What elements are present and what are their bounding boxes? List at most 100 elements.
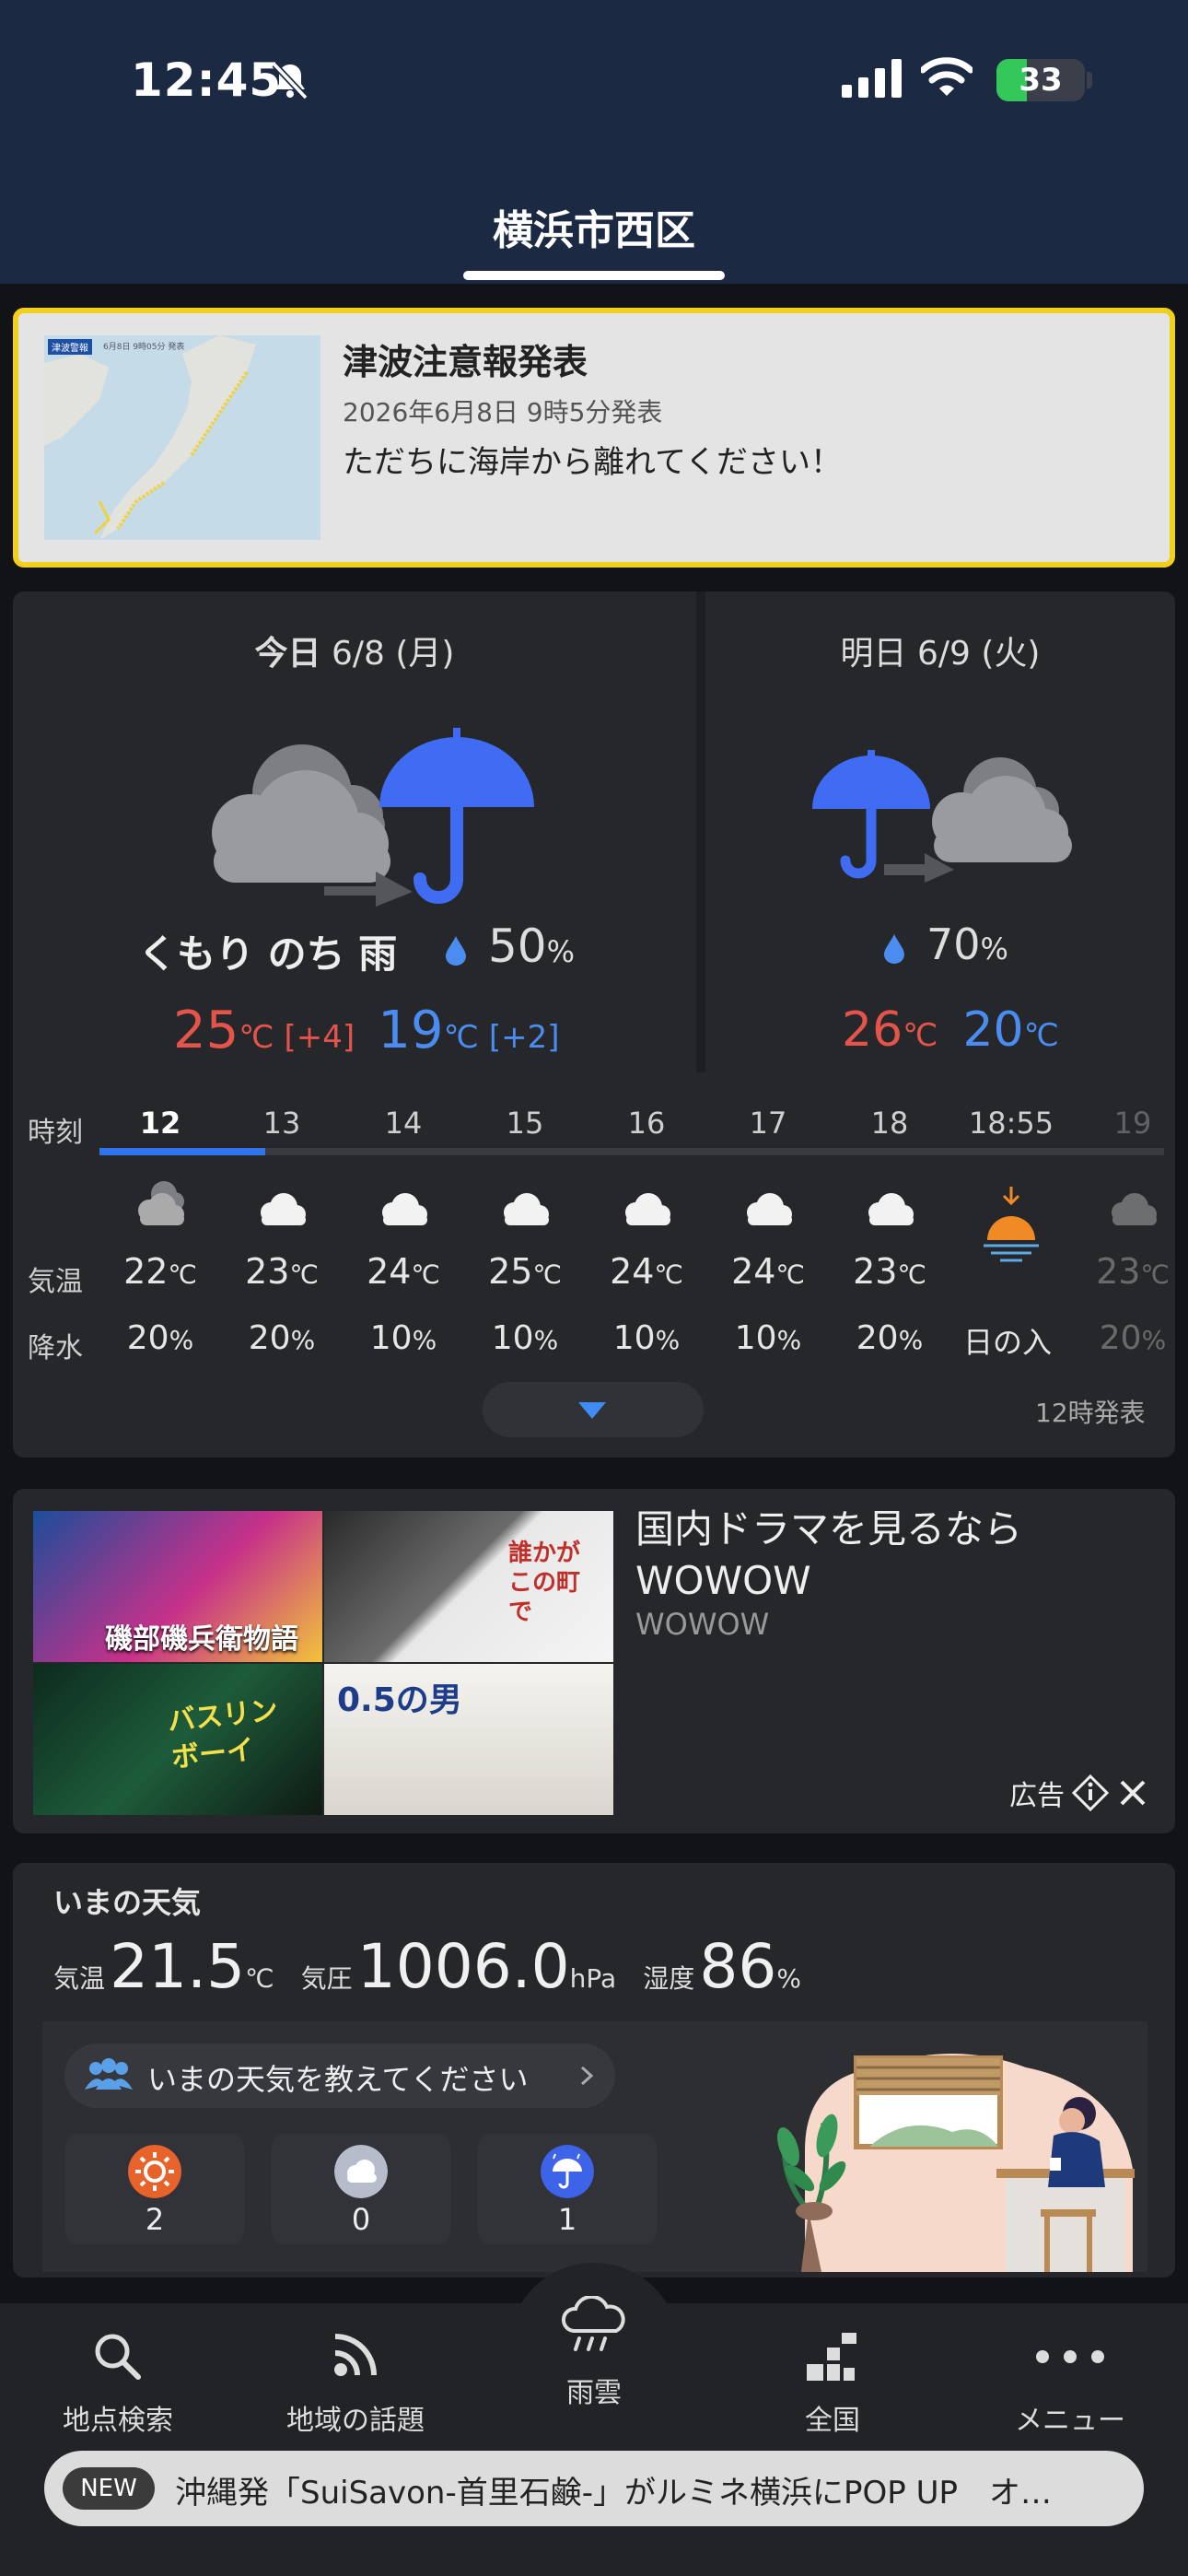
hour-temp: 24℃ [731, 1251, 805, 1292]
hour-rain: 10% [734, 1319, 802, 1357]
hour-rain: 10% [491, 1319, 559, 1357]
current-temp: 21.5 [110, 1931, 246, 2002]
hour-temp: 23℃ [245, 1251, 319, 1292]
rain-cloud-icon [562, 2296, 625, 2351]
ad-poster: バスリンボーイ [33, 1664, 322, 1815]
vote-rainy[interactable]: 1 [477, 2134, 658, 2244]
signal-icon [842, 59, 902, 98]
vote-sunny[interactable]: 2 [64, 2134, 245, 2244]
cloud-icon [1112, 1193, 1157, 1225]
alert-date: 2026年6月8日 9時5分発表 [343, 397, 663, 427]
hour-rain: 20% [248, 1319, 316, 1357]
nav-menu[interactable]: メニュー [978, 2331, 1162, 2437]
tomorrow-date: 6/9 (火) [916, 635, 1041, 673]
sunset-icon [984, 1187, 1039, 1262]
hour-rain: 10% [612, 1319, 681, 1357]
tomorrow-high: 26 [842, 1002, 903, 1058]
hour-temp: 25℃ [488, 1251, 562, 1292]
sunset-label: 日の入 [962, 1325, 1052, 1360]
today-date: 6/8 (月) [331, 635, 455, 673]
hourly-active-indicator [99, 1148, 265, 1155]
today-weather-icon [212, 728, 534, 907]
rain-row-label: 降水 [28, 1332, 83, 1364]
current-weather-values: 気温 21.5℃ 気圧 1006.0hPa 湿度 86% [53, 1931, 801, 2002]
today-condition: くもり のち 雨 [138, 931, 398, 977]
tomorrow-low: 20 [962, 1002, 1024, 1058]
hour-time: 15 [506, 1106, 544, 1141]
cloud-icon [932, 757, 1072, 862]
nav-nationwide[interactable]: 全国 [740, 2331, 925, 2437]
hour-temp: 24℃ [367, 1251, 440, 1292]
hour-time: 17 [749, 1106, 787, 1141]
sun-icon [128, 2145, 181, 2198]
report-weather-label: いまの天気を教えてください [147, 2062, 529, 2097]
cloud-icon [625, 1193, 670, 1225]
hour-temp: 23℃ [1096, 1251, 1170, 1292]
tomorrow-weather-icon [812, 750, 1072, 883]
ad-title[interactable]: 国内ドラマを見るなら WOWOW [635, 1504, 1114, 1607]
ad-poster: 0.5の男 [324, 1664, 613, 1815]
today-temps: 25℃ [+4] 19℃ [+2] [173, 1001, 560, 1060]
temp-row-label: 気温 [28, 1266, 83, 1298]
ad-label: 広告 [1009, 1780, 1065, 1812]
hour-time: 19 [1113, 1106, 1152, 1141]
today-precip: 50% [488, 919, 576, 973]
ad-advertiser: WOWOW [635, 1607, 770, 1642]
ticker-text: 沖縄発「SuiSavon-首里石鹸-」がルミネ横浜にPOP UP オ… [175, 2475, 1052, 2512]
tsunami-alert-banner[interactable]: 津波警報 6月8日 9時05分 発表 津波注意報発表 2026年6月8日 9時5… [13, 308, 1175, 568]
expand-forecast-button[interactable] [483, 1382, 704, 1437]
alert-title: 津波注意報発表 [343, 342, 588, 382]
hour-rain: 20% [1099, 1319, 1167, 1357]
hour-temp: 24℃ [610, 1251, 683, 1292]
hour-rain: 20% [126, 1319, 194, 1357]
tomorrow-header[interactable]: 明日 6/9 (火) [705, 626, 1175, 674]
current-pressure: 1006.0 [356, 1931, 570, 2002]
umbrella-icon [541, 2145, 594, 2198]
nav-search[interactable]: 地点検索 [26, 2331, 210, 2437]
today-low: 19 [378, 1001, 444, 1060]
chevron-down-icon [578, 1402, 606, 1419]
location-title[interactable]: 横浜市西区 [0, 197, 1188, 256]
battery-level: 33 [1019, 62, 1063, 99]
rain-drop-icon [884, 934, 904, 964]
new-badge: NEW [63, 2467, 155, 2510]
time-row-label: 時刻 [28, 1117, 83, 1149]
tomorrow-precip: 70% [926, 919, 1008, 969]
map-label: 津波警報 [48, 339, 92, 355]
hour-time: 18 [870, 1106, 909, 1141]
active-tab-indicator [463, 271, 725, 280]
status-time: 12:45 [131, 53, 283, 107]
ad-poster: 誰かがこの町で [324, 1511, 613, 1662]
info-icon[interactable] [1072, 1774, 1109, 1811]
bell-slash-icon [272, 62, 309, 100]
chevron-right-icon [580, 2066, 593, 2086]
battery-icon: 33 [996, 59, 1085, 101]
forecast-divider [696, 591, 705, 1072]
today-header[interactable]: 今日 6/8 (月) [13, 626, 696, 674]
hour-rain: 20% [856, 1319, 924, 1357]
current-weather-title: いまの天気 [53, 1885, 202, 1920]
tomorrow-label: 明日 [840, 635, 907, 673]
hour-time: 12 [139, 1106, 181, 1141]
forecast-issued-time: 12時発表 [1035, 1398, 1146, 1428]
ad-poster: 磯部磯兵衛物語 [33, 1511, 322, 1662]
nav-local-topics[interactable]: 地域の話題 [263, 2331, 448, 2437]
search-icon [95, 2334, 141, 2380]
vote-count: 0 [351, 2202, 371, 2237]
today-low-diff: [+2] [488, 1019, 560, 1056]
cloud-icon [212, 744, 390, 883]
vote-count: 2 [145, 2202, 165, 2237]
cloud-icon [868, 1193, 914, 1225]
close-icon[interactable] [1118, 1778, 1147, 1808]
cloud-icon [747, 1193, 792, 1225]
hour-time: 14 [384, 1106, 423, 1141]
temp-label: 気温 [53, 1963, 106, 1994]
nav-rain-cloud[interactable]: 雨雲 [502, 2292, 686, 2412]
cloud-icon [382, 1193, 427, 1225]
vote-cloudy[interactable]: 0 [271, 2134, 451, 2244]
tomorrow-temps: 26℃ 20℃ [842, 1002, 1059, 1058]
feed-icon [334, 2334, 377, 2376]
alert-message: ただちに海岸から離れてください！ [343, 444, 842, 481]
today-label: 今日 [254, 635, 321, 673]
room-illustration [776, 2054, 1135, 2272]
